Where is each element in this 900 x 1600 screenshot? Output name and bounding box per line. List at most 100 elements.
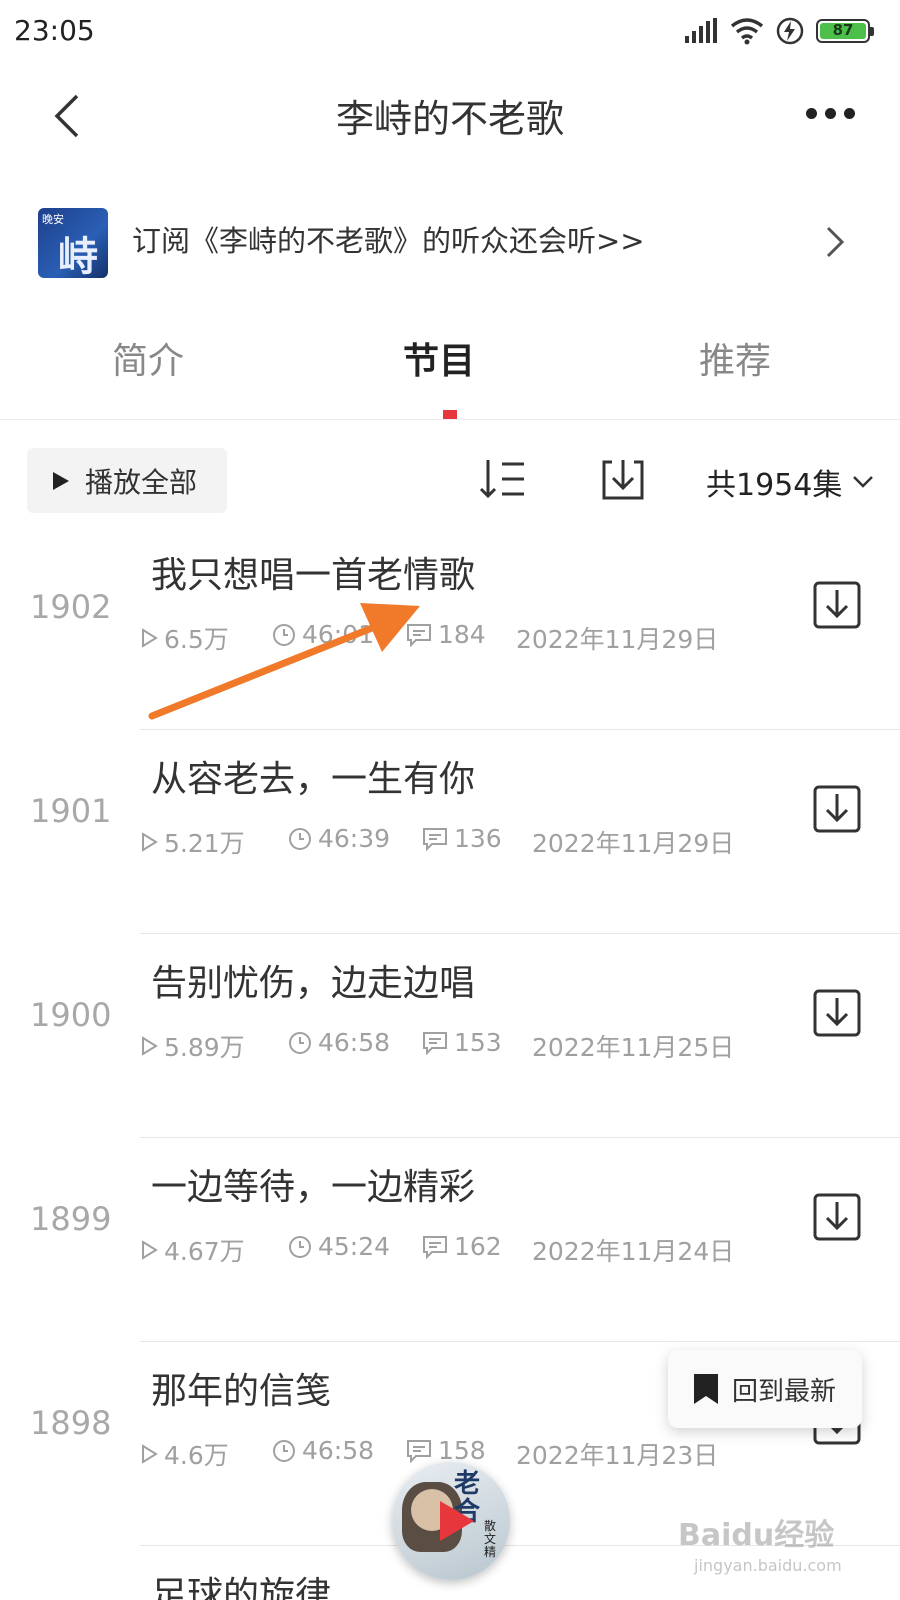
play-count-value: 5.89万 <box>164 1033 245 1062</box>
play-count: 4.67万 <box>140 1232 245 1268</box>
status-time: 23:05 <box>14 14 95 47</box>
publish-date: 2022年11月25日 <box>532 1033 735 1062</box>
publish-date: 2022年11月29日 <box>532 829 735 858</box>
comment-count: 158 <box>406 1436 486 1465</box>
episode-number: 1899 <box>30 1200 112 1238</box>
episode-title[interactable]: 告别忧伤，边走边唱 <box>151 954 475 1006</box>
episode-row[interactable]: 1899 一边等待，一边精彩 4.67万 45:24 162 2022年11月2… <box>0 1138 900 1342</box>
watermark: Baidu经验 <box>678 1518 835 1553</box>
comment-icon <box>423 1031 447 1055</box>
comment-count-value: 158 <box>438 1436 486 1465</box>
play-count: 6.5万 <box>140 620 229 656</box>
play-count: 4.6万 <box>140 1436 229 1472</box>
battery-level: 87 <box>820 23 866 39</box>
publish-date: 2022年11月29日 <box>516 625 719 654</box>
comment-icon <box>423 1235 447 1259</box>
episode-title[interactable]: 足球的旋律 <box>151 1566 331 1600</box>
comment-count: 162 <box>422 1232 502 1261</box>
banner-cover-image: 晚安 峙 <box>38 208 108 278</box>
watermark-url: jingyan.baidu.com <box>694 1556 842 1575</box>
comment-count-value: 184 <box>438 620 486 649</box>
clock-icon <box>289 1235 311 1258</box>
duration: 45:24 <box>288 1232 390 1261</box>
comment-icon <box>407 1439 431 1463</box>
back-to-latest-label: 回到最新 <box>732 1376 837 1407</box>
episode-count: 共1954集 <box>706 468 843 503</box>
tab-episodes[interactable]: 节目 <box>403 332 475 384</box>
episode-number: 1902 <box>30 588 112 626</box>
episode-title[interactable]: 一边等待，一边精彩 <box>151 1158 475 1210</box>
signal-icon <box>685 18 717 43</box>
comment-count-value: 153 <box>454 1028 502 1057</box>
duration-value: 45:24 <box>318 1232 391 1261</box>
play-icon[interactable] <box>430 1496 480 1546</box>
more-dot-icon <box>824 107 836 119</box>
publish-date: 2022年11月24日 <box>532 1237 735 1266</box>
active-tab-indicator <box>443 410 457 419</box>
more-options-button[interactable] <box>790 88 870 138</box>
play-outline-icon <box>142 832 158 852</box>
play-count: 5.21万 <box>140 824 245 860</box>
episode-row[interactable]: 1900 告别忧伤，边走边唱 5.89万 46:58 153 2022年11月2… <box>0 934 900 1138</box>
battery-icon: 87 <box>816 19 874 43</box>
download-icon[interactable] <box>812 784 862 834</box>
clock-icon <box>289 1031 311 1054</box>
tab-bar: 简介 节目 推荐 <box>0 310 900 420</box>
chevron-right-icon <box>826 226 845 258</box>
play-outline-icon <box>142 1240 158 1260</box>
clock-icon <box>289 827 311 850</box>
episode-title[interactable]: 那年的信笺 <box>151 1362 331 1414</box>
play-outline-icon <box>142 628 158 648</box>
status-icons: 87 <box>684 14 874 48</box>
duration: 46:01 <box>272 620 374 649</box>
wifi-icon <box>730 18 764 45</box>
tab-recommend[interactable]: 推荐 <box>699 332 771 384</box>
episode-row[interactable]: 1901 从容老去，一生有你 5.21万 46:39 136 2022年11月2… <box>0 730 900 934</box>
tab-intro[interactable]: 简介 <box>112 332 184 384</box>
comment-count: 136 <box>422 824 502 853</box>
play-count-value: 6.5万 <box>164 625 229 654</box>
chevron-down-icon <box>853 476 874 488</box>
header: 李峙的不老歌 <box>0 62 900 172</box>
comment-icon <box>423 827 447 851</box>
more-dot-icon <box>843 107 855 119</box>
download-icon[interactable] <box>812 1192 862 1242</box>
download-icon[interactable] <box>812 988 862 1038</box>
play-count-value: 5.21万 <box>164 829 245 858</box>
download-icon[interactable] <box>812 580 862 630</box>
batch-download-icon[interactable] <box>598 454 648 504</box>
play-all-button[interactable]: 播放全部 <box>27 448 227 513</box>
list-toolbar: 播放全部 共1954集 <box>0 446 900 516</box>
more-dot-icon <box>805 107 817 119</box>
page-title: 李峙的不老歌 <box>335 97 564 141</box>
episode-title[interactable]: 我只想唱一首老情歌 <box>151 546 475 598</box>
related-listens-banner[interactable]: 晚安 峙 订阅《李峙的不老歌》的听众还会听>> <box>0 196 900 286</box>
back-to-latest-button[interactable]: 回到最新 <box>668 1350 862 1428</box>
publish-date: 2022年11月23日 <box>516 1441 719 1470</box>
duration: 46:58 <box>288 1028 390 1057</box>
comment-count-value: 136 <box>454 824 502 853</box>
bookmark-icon <box>694 1374 718 1404</box>
play-count-value: 4.6万 <box>164 1441 229 1470</box>
clock-icon <box>273 1439 295 1462</box>
comment-icon <box>407 623 431 647</box>
comment-count: 153 <box>422 1028 502 1057</box>
duration-value: 46:39 <box>318 824 391 853</box>
banner-text: 订阅《李峙的不老歌》的听众还会听>> <box>132 224 645 258</box>
banner-cover-logo: 峙 <box>58 233 98 278</box>
episode-row[interactable]: 1902 我只想唱一首老情歌 6.5万 46:01 184 2022年11月29… <box>0 526 900 730</box>
episode-title[interactable]: 从容老去，一生有你 <box>151 750 475 802</box>
sort-order-icon[interactable] <box>478 454 528 504</box>
clock-icon <box>273 623 295 646</box>
play-icon <box>53 471 69 490</box>
episode-number: 1901 <box>30 792 112 830</box>
comment-count-value: 162 <box>454 1232 502 1261</box>
play-count-value: 4.67万 <box>164 1237 245 1266</box>
duration: 46:39 <box>288 824 390 853</box>
mini-player[interactable]: 老合 散文精 <box>392 1462 510 1580</box>
status-bar: 23:05 87 <box>0 0 900 62</box>
play-outline-icon <box>142 1036 158 1056</box>
play-outline-icon <box>142 1444 158 1464</box>
mini-player-cover-subtitle: 散文精 <box>484 1519 497 1559</box>
episode-count-dropdown[interactable]: 共1954集 <box>706 460 874 504</box>
